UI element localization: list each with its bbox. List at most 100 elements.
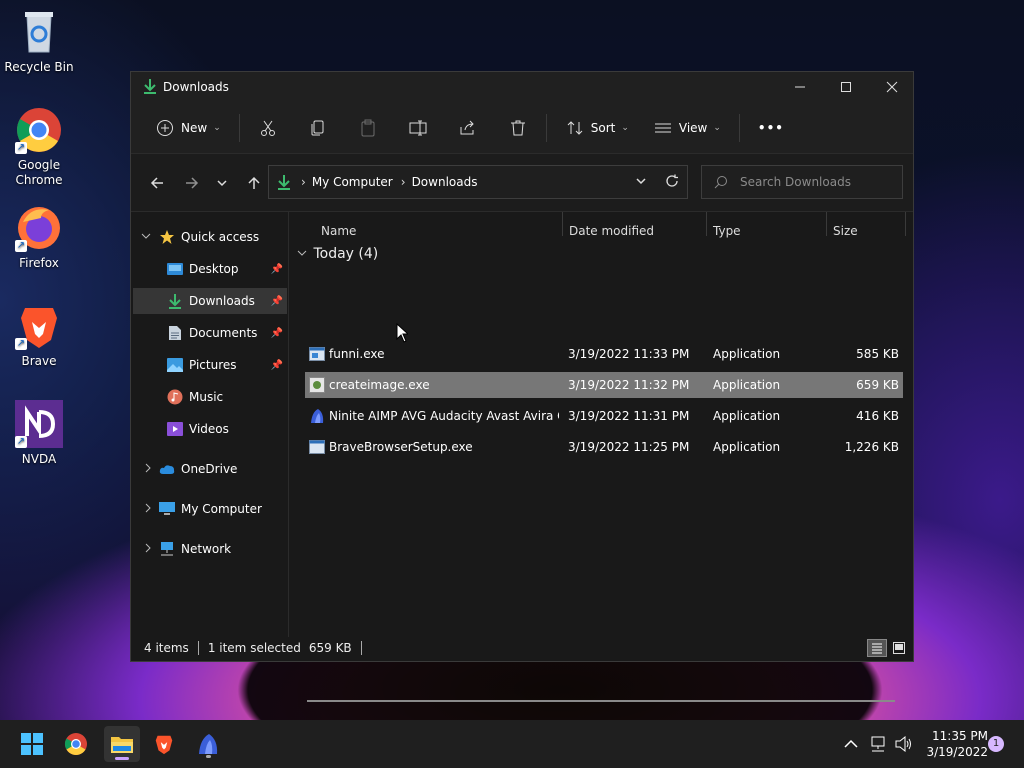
share-icon [460,120,474,134]
taskbar-chrome-button[interactable] [60,728,92,760]
desktop-icon-brave[interactable]: ↗ Brave [1,302,77,369]
column-header-name[interactable]: Name [321,224,356,238]
group-header-today[interactable]: Today (4) [297,246,378,262]
network-status-button[interactable] [864,728,892,760]
shortcut-arrow-icon: ↗ [15,240,27,252]
file-name: BraveBrowserSetup.exe [329,440,473,454]
file-date: 3/19/2022 11:25 PM [568,440,690,454]
thumbnail-view-button[interactable] [889,639,909,657]
search-box[interactable]: Search Downloads [701,165,903,199]
rename-button[interactable] [400,112,436,144]
sort-button[interactable]: Sort ⌄ [557,112,637,144]
column-header-type[interactable]: Type [713,224,741,238]
sidebar-label: Videos [189,422,229,436]
sidebar-item-desktop[interactable]: Desktop 📌 [133,256,287,282]
cut-button[interactable] [250,112,286,144]
nvda-icon: ↗ [15,400,63,448]
show-hidden-icons-button[interactable] [836,728,866,760]
download-icon [143,78,157,97]
desktop-folder-icon [167,261,183,277]
taskbar: 11:35 PM 3/19/2022 1 [0,720,1024,768]
clock[interactable]: 11:35 PM 3/19/2022 [920,728,988,760]
recent-locations-button[interactable] [206,167,238,199]
sidebar-item-my-computer[interactable]: My Computer [133,496,287,522]
more-options-button[interactable]: ••• [750,112,792,144]
chevron-down-icon: ⌄ [213,122,221,133]
volume-button[interactable] [890,728,918,760]
new-button[interactable]: New ⌄ [147,112,229,144]
breadcrumb-downloads[interactable]: Downloads [412,175,478,189]
document-icon [167,325,183,341]
sidebar-label: My Computer [181,502,262,516]
speaker-icon [895,736,911,752]
network-icon [159,541,175,557]
address-bar[interactable]: › My Computer › Downloads [268,165,688,199]
breadcrumb-my-computer[interactable]: My Computer [312,175,393,189]
file-size: 585 KB [856,347,899,361]
copy-button[interactable] [300,112,336,144]
sidebar-label: OneDrive [181,462,238,476]
desktop-icon-chrome[interactable]: ↗ Google Chrome [1,106,77,188]
sidebar-item-music[interactable]: Music [133,384,287,410]
cloud-icon [159,461,175,477]
file-size: 1,226 KB [844,440,899,454]
taskbar-ninite-button[interactable] [192,728,224,760]
sidebar-item-documents[interactable]: Documents 📌 [133,320,287,346]
file-row[interactable]: BraveBrowserSetup.exe 3/19/2022 11:25 PM… [305,434,903,460]
taskbar-file-explorer-button[interactable] [104,726,140,762]
file-explorer-window[interactable]: Downloads New ⌄ Sort ⌄ View ⌄ ••• › My C… [130,71,915,702]
file-type: Application [713,378,781,392]
delete-button[interactable] [500,112,536,144]
brave-icon: ↗ [15,302,63,350]
minimize-button[interactable] [777,72,823,102]
details-view-button[interactable] [867,639,887,657]
pin-icon: 📌 [270,295,283,307]
brave-icon [155,735,173,755]
sidebar-item-pictures[interactable]: Pictures 📌 [133,352,287,378]
sidebar-item-downloads[interactable]: Downloads 📌 [133,288,287,314]
chevron-right-icon [143,503,153,516]
notification-badge[interactable]: 1 [988,736,1004,752]
sidebar-item-network[interactable]: Network [133,536,287,562]
horizontal-scrollbar[interactable] [307,700,895,702]
toolbar-divider [238,113,240,142]
file-row[interactable]: Ninite AIMP AVG Audacity Avast Avira C..… [305,403,903,429]
desktop-icon-label: Firefox [19,256,59,270]
sidebar-item-onedrive[interactable]: OneDrive [133,456,287,482]
search-placeholder: Search Downloads [740,175,851,189]
status-divider [197,641,199,655]
view-list-icon [654,123,671,132]
column-divider[interactable] [706,212,707,236]
desktop-icon-recycle-bin[interactable]: Recycle Bin [1,8,77,75]
desktop-icon-nvda[interactable]: ↗ NVDA [1,400,77,467]
share-button[interactable] [450,112,486,144]
maximize-button[interactable] [823,72,869,102]
column-header-size[interactable]: Size [833,224,858,238]
column-header-date[interactable]: Date modified [569,224,654,238]
download-icon [167,293,183,309]
file-type: Application [713,347,781,361]
column-divider[interactable] [826,212,827,236]
close-button[interactable] [869,72,915,102]
address-dropdown-button[interactable] [635,175,647,190]
sidebar-item-videos[interactable]: Videos [133,416,287,442]
desktop-icon-firefox[interactable]: ↗ Firefox [1,204,77,271]
network-icon [871,736,885,752]
taskbar-brave-button[interactable] [148,728,180,760]
sidebar-item-quick-access[interactable]: Quick access [133,224,287,250]
refresh-button[interactable] [665,174,679,191]
file-row[interactable]: funni.exe 3/19/2022 11:33 PM Application… [305,341,903,367]
paste-button[interactable] [350,112,386,144]
column-divider[interactable] [905,212,906,236]
application-icon [309,377,325,393]
chrome-icon: ↗ [15,106,63,154]
up-button[interactable] [238,167,270,199]
chevron-down-icon: ⌄ [621,122,629,133]
column-divider[interactable] [562,212,563,236]
back-button[interactable] [141,167,173,199]
start-button[interactable] [16,728,48,760]
view-button[interactable]: View ⌄ [645,112,729,144]
file-row-selected[interactable]: createimage.exe 3/19/2022 11:32 PM Appli… [305,372,903,398]
status-selected-count: 1 item selected [207,641,301,655]
forward-button[interactable] [176,167,208,199]
